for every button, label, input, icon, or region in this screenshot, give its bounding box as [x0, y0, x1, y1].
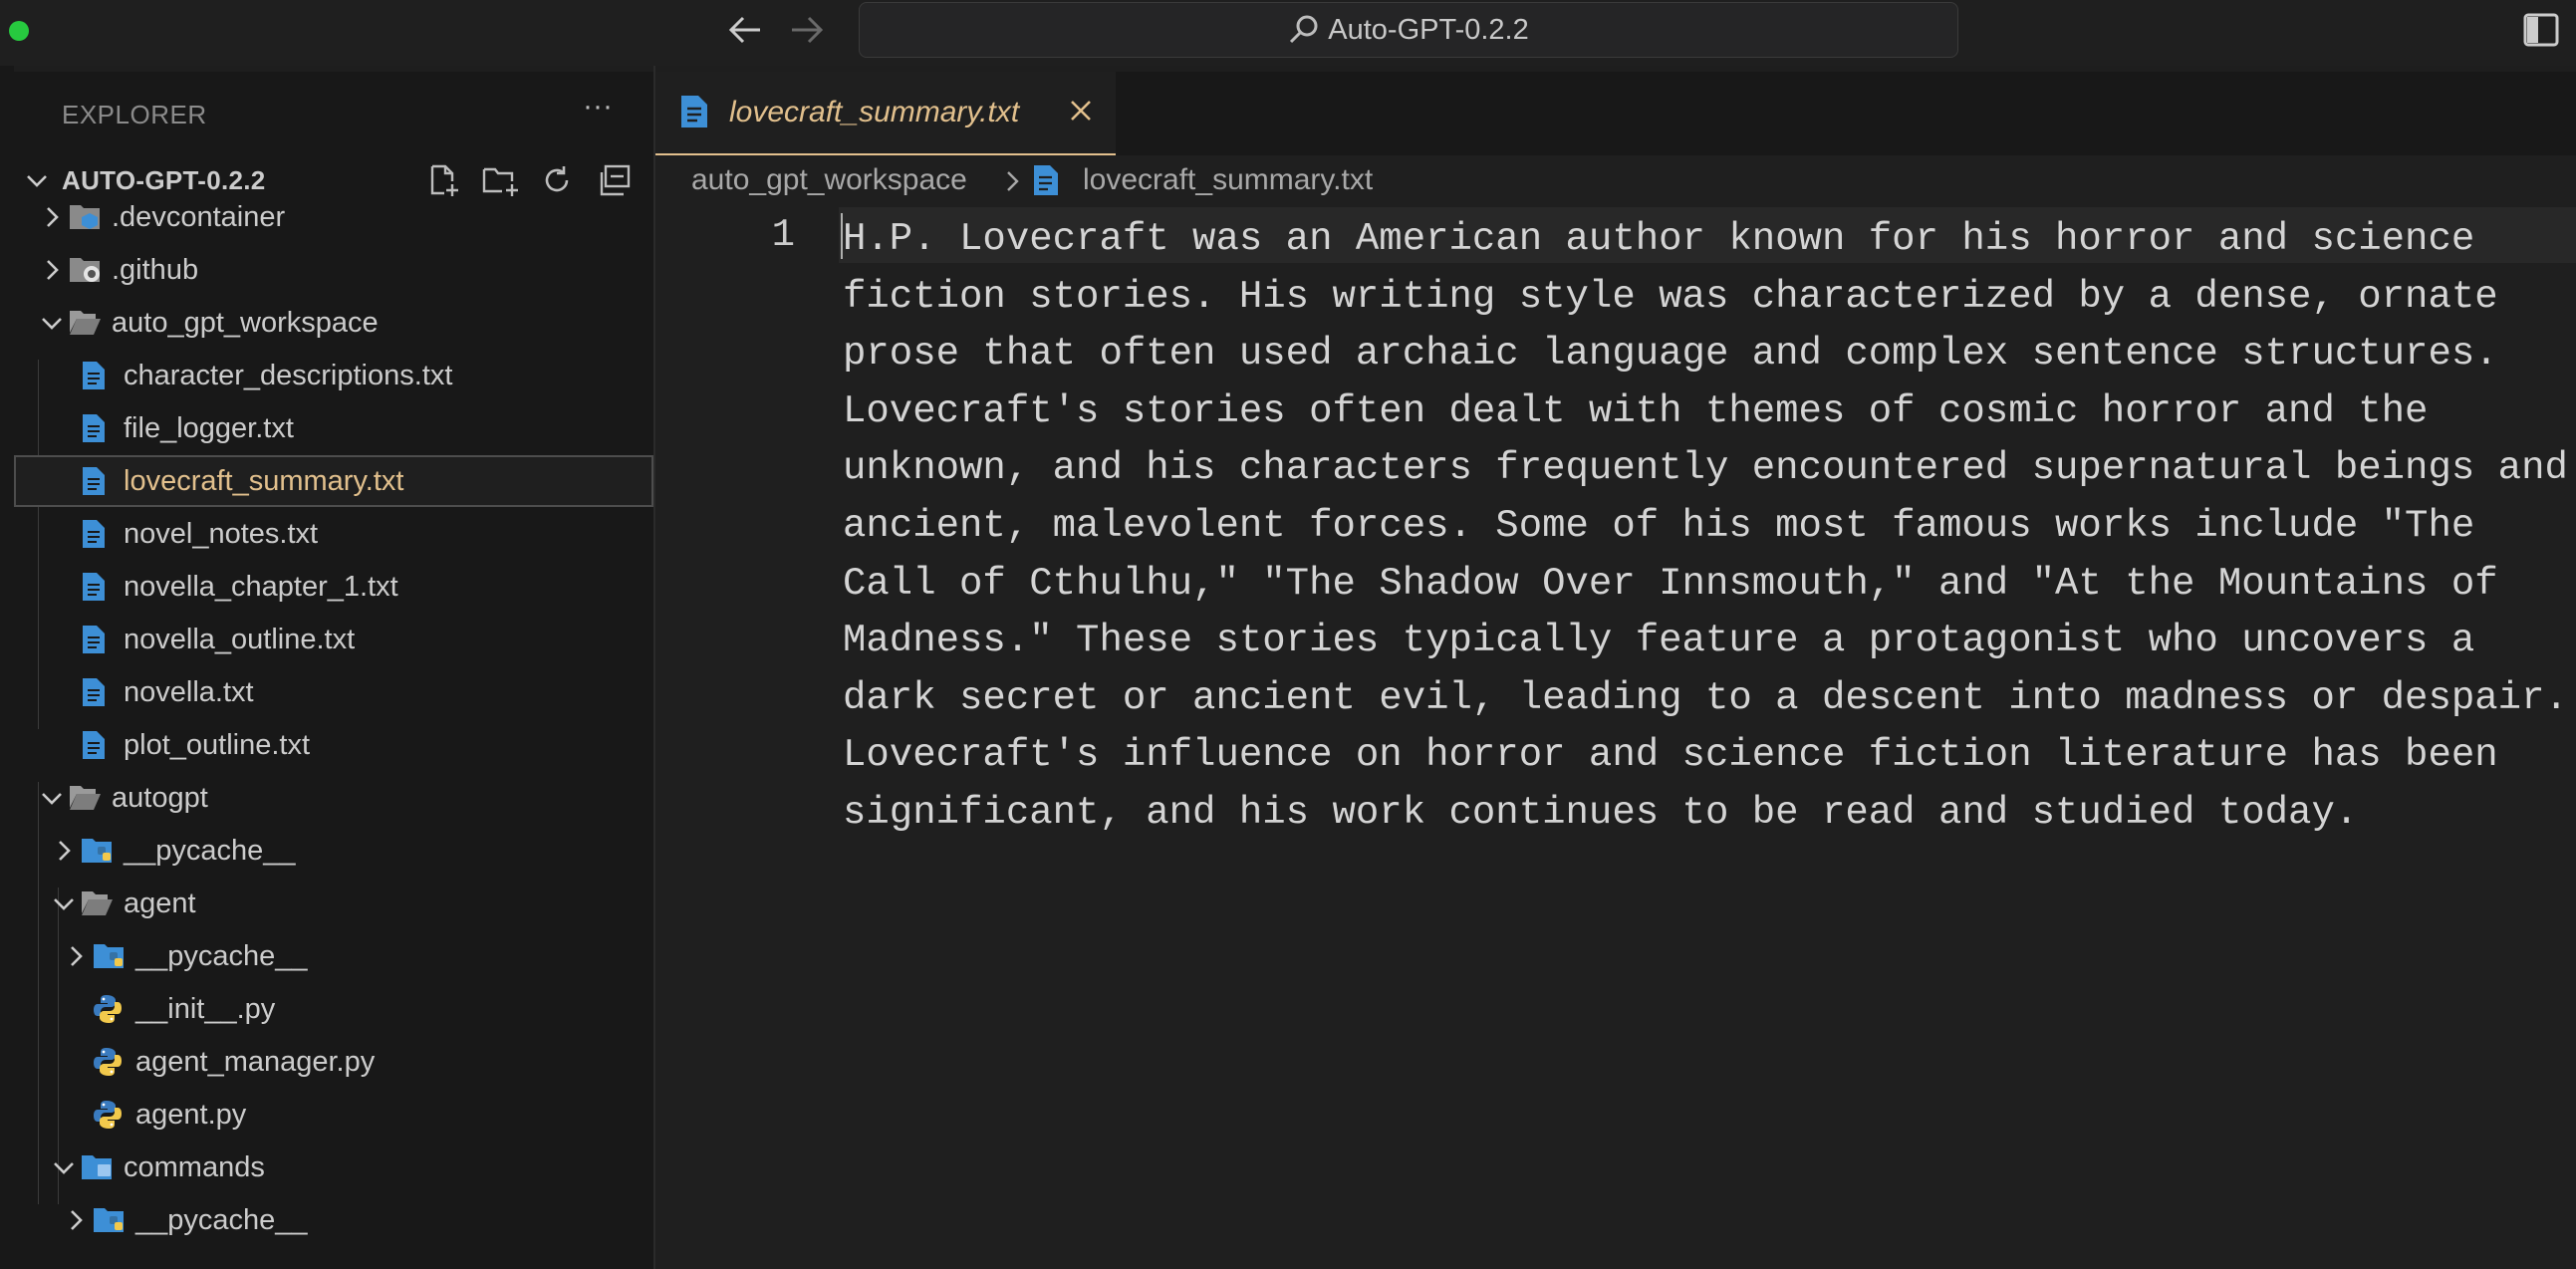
text-file-icon — [80, 571, 114, 603]
tree-folder-item[interactable]: auto_gpt_workspace — [14, 297, 653, 349]
text-file-icon — [80, 465, 114, 497]
tree-file-item[interactable]: novella_chapter_1.txt — [14, 561, 653, 613]
chevron-down-icon — [27, 175, 47, 187]
tree-item-label: .devcontainer — [112, 201, 286, 233]
tree-item-label: __init__.py — [135, 993, 276, 1025]
chevron-down-icon[interactable] — [38, 784, 66, 812]
chevron-down-icon[interactable] — [38, 309, 66, 337]
folder-open-icon — [68, 307, 102, 339]
more-actions-button[interactable]: ··· — [578, 92, 618, 127]
tab-lovecraft-summary[interactable]: lovecraft_summary.txt — [655, 72, 1116, 155]
python-file-icon — [92, 993, 126, 1025]
breadcrumb-folder[interactable]: auto_gpt_workspace — [691, 163, 967, 197]
tree-file-item[interactable]: plot_outline.txt — [14, 719, 653, 771]
activity-edge — [0, 66, 14, 1269]
chevron-right-icon[interactable] — [50, 837, 78, 865]
tree-item-label: novella_chapter_1.txt — [124, 571, 398, 603]
tree-file-item[interactable]: file_logger.txt — [14, 402, 653, 454]
tree-item-label: lovecraft_summary.txt — [124, 465, 404, 497]
tree-item-label: __pycache__ — [135, 940, 308, 972]
tree-item-label: file_logger.txt — [124, 412, 294, 444]
python-folder-icon — [92, 940, 126, 972]
commands-folder-icon — [80, 1151, 114, 1183]
chevron-down-icon[interactable] — [50, 889, 78, 917]
editor-area[interactable]: 1 H.P. Lovecraft was an American author … — [655, 207, 2576, 1269]
python-folder-icon — [92, 1204, 126, 1236]
tree-item-label: auto_gpt_workspace — [112, 307, 379, 339]
tree-folder-item[interactable]: commands — [14, 1142, 653, 1193]
text-file-icon — [679, 94, 709, 129]
title-bar: Auto-GPT-0.2.2 — [0, 0, 2576, 66]
tree-file-item[interactable]: __init__.py — [14, 983, 653, 1035]
explorer-title: EXPLORER — [62, 100, 207, 129]
chevron-down-icon[interactable] — [50, 1153, 78, 1181]
toggle-sidebar-icon[interactable] — [2523, 12, 2559, 48]
tree-item-label: agent — [124, 888, 196, 919]
chevron-right-icon[interactable] — [38, 203, 66, 231]
command-center-label: Auto-GPT-0.2.2 — [1328, 13, 1529, 46]
forward-arrow-icon[interactable] — [785, 8, 829, 52]
tree-folder-item[interactable]: agent — [14, 878, 653, 929]
line-number: 1 — [771, 213, 795, 257]
tree-item-label: novella.txt — [124, 676, 254, 708]
text-file-icon — [80, 518, 114, 550]
breadcrumb: auto_gpt_workspace lovecraft_summary.txt — [655, 155, 2576, 207]
tree-item-label: plot_outline.txt — [124, 729, 311, 761]
tree-file-item[interactable]: agent_manager.py — [14, 1036, 653, 1088]
editor-tab-bar: lovecraft_summary.txt — [655, 72, 2576, 155]
python-file-icon — [92, 1046, 126, 1078]
text-file-icon — [80, 729, 114, 761]
close-icon[interactable] — [1066, 96, 1096, 126]
chevron-right-icon[interactable] — [38, 256, 66, 284]
tree-folder-item[interactable]: .github — [14, 244, 653, 296]
text-file-icon — [1032, 163, 1060, 197]
devcontainer-folder-icon — [68, 201, 102, 233]
tree-item-label: autogpt — [112, 782, 208, 814]
tab-label: lovecraft_summary.txt — [729, 96, 1020, 128]
python-folder-icon — [80, 835, 114, 867]
github-folder-icon — [68, 254, 102, 286]
tree-file-item[interactable]: novella.txt — [14, 666, 653, 718]
breadcrumb-file[interactable]: lovecraft_summary.txt — [1083, 163, 1373, 197]
text-file-icon — [80, 676, 114, 708]
editor-text[interactable]: H.P. Lovecraft was an American author kn… — [843, 211, 2576, 843]
tree-item-label: character_descriptions.txt — [124, 360, 453, 391]
text-file-icon — [80, 412, 114, 444]
tree-item-label: agent.py — [135, 1099, 247, 1131]
window-control-button[interactable] — [9, 21, 29, 41]
tree-item-label: __pycache__ — [124, 835, 296, 867]
tree-folder-item[interactable]: __pycache__ — [14, 1194, 653, 1246]
folder-open-icon — [68, 782, 102, 814]
chevron-right-icon — [1002, 167, 1022, 195]
tree-item-label: commands — [124, 1151, 265, 1183]
tree-folder-item[interactable]: __pycache__ — [14, 825, 653, 877]
back-arrow-icon[interactable] — [723, 8, 767, 52]
tree-file-item[interactable]: novel_notes.txt — [14, 508, 653, 560]
explorer-sidebar: EXPLORER ··· AUTO-GPT-0.2.2 .devcontaine… — [14, 72, 653, 1269]
python-file-icon — [92, 1099, 126, 1131]
text-file-icon — [80, 360, 114, 391]
tree-item-label: agent_manager.py — [135, 1046, 376, 1078]
tree-file-item[interactable]: novella_outline.txt — [14, 614, 653, 665]
tree-folder-item[interactable]: autogpt — [14, 772, 653, 824]
chevron-right-icon[interactable] — [62, 1206, 90, 1234]
tree-folder-item[interactable]: __pycache__ — [14, 930, 653, 982]
tree-item-label: novella_outline.txt — [124, 624, 356, 655]
text-file-icon — [80, 624, 114, 655]
tree-item-label: novel_notes.txt — [124, 518, 319, 550]
tree-item-label: __pycache__ — [135, 1204, 308, 1236]
tree-folder-item[interactable]: .devcontainer — [14, 191, 653, 243]
tree-item-label: .github — [112, 254, 199, 286]
chevron-right-icon[interactable] — [62, 942, 90, 970]
tree-file-item[interactable]: character_descriptions.txt — [14, 350, 653, 401]
text-cursor — [841, 213, 843, 259]
tree-file-item[interactable]: lovecraft_summary.txt — [14, 455, 653, 507]
command-center-search[interactable]: Auto-GPT-0.2.2 — [859, 2, 1958, 58]
search-icon — [1290, 15, 1318, 44]
tree-file-item[interactable]: agent.py — [14, 1089, 653, 1141]
folder-open-icon — [80, 888, 114, 919]
